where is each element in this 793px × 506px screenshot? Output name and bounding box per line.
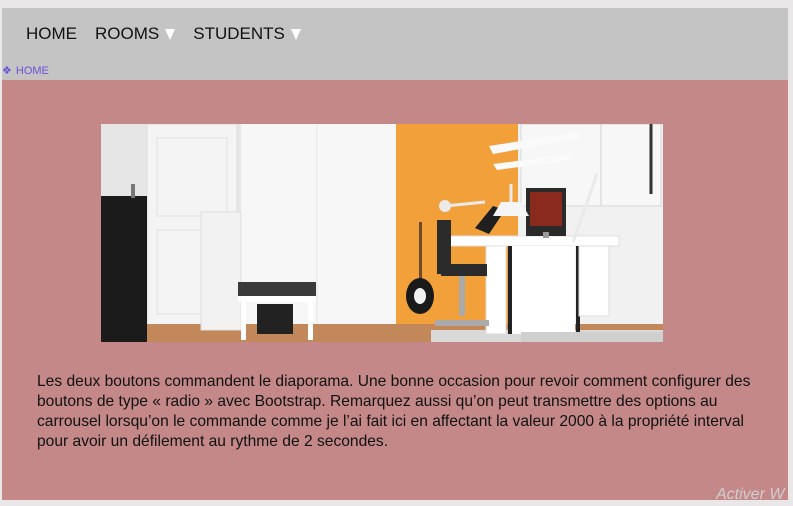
nav-menu: HOME ROOMS STUDENTS — [26, 24, 319, 44]
diamond-icon: ❖ — [2, 65, 12, 77]
nav-students-label: STUDENTS — [193, 24, 285, 43]
breadcrumb-home-link[interactable]: HOME — [16, 65, 49, 77]
activation-watermark: Activer W — [716, 486, 785, 503]
main-content: Les deux boutons commandent le diaporama… — [2, 80, 788, 500]
bedroom-desk-photo — [101, 124, 663, 342]
slide-description: Les deux boutons commandent le diaporama… — [37, 372, 751, 450]
breadcrumb: ❖ HOME — [2, 64, 49, 78]
nav-item-students[interactable]: STUDENTS — [193, 24, 301, 44]
nav-item-home[interactable]: HOME — [26, 24, 77, 44]
dropdown-caret-icon — [165, 28, 176, 40]
navbar: HOME ROOMS STUDENTS ❖ HOME — [2, 8, 788, 80]
nav-rooms-label: ROOMS — [95, 24, 160, 43]
dropdown-caret-icon — [290, 28, 301, 40]
nav-home-label: HOME — [26, 24, 77, 43]
nav-item-rooms[interactable]: ROOMS — [95, 24, 176, 44]
carousel-slide-image[interactable] — [101, 124, 663, 342]
